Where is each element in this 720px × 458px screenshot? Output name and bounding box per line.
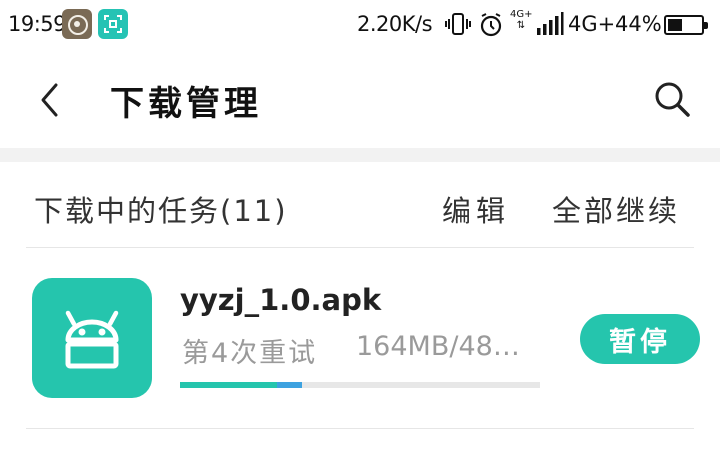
network-activity-icon: ⇅ [516, 20, 526, 31]
chevron-left-icon [41, 83, 58, 117]
page-title: 下载管理 [110, 84, 262, 124]
section-title: 下载中的任务(11) [34, 194, 288, 228]
file-name: yyzj_1.0.apk [180, 283, 382, 317]
notification-app-icon [62, 9, 92, 39]
signal-strength-icon [536, 11, 564, 41]
edit-button[interactable]: 编辑 [442, 188, 510, 230]
resume-all-button[interactable]: 全部继续 [552, 188, 680, 230]
search-icon [655, 82, 690, 117]
divider [26, 428, 694, 429]
vibrate-icon [444, 10, 472, 42]
search-button[interactable] [650, 77, 694, 121]
battery-percentage: 44% [615, 12, 662, 36]
downloading-section-header: 下载中的任务(11) 编辑 全部继续 [0, 162, 720, 248]
scan-app-icon [98, 9, 128, 39]
network-type-small: 4G+ [510, 9, 533, 20]
progress-fill [180, 382, 278, 388]
download-item[interactable]: yyzj_1.0.apk 第4次重试 164MB/488MB 暂停 [0, 248, 720, 428]
network-type: 4G+ [568, 12, 616, 36]
back-button[interactable] [30, 80, 70, 120]
app-header: 下载管理 [0, 52, 720, 148]
status-time: 19:59 [8, 12, 67, 36]
progress-buffer [277, 382, 303, 388]
android-icon [32, 278, 152, 398]
pause-button[interactable]: 暂停 [580, 314, 700, 364]
download-size: 164MB/488MB [356, 331, 534, 362]
status-bar: 19:59 2.20K/s 4G+ ⇅ 4G+ 44% [0, 0, 720, 52]
battery-icon [664, 15, 708, 35]
download-status: 第4次重试 [182, 338, 318, 369]
header-separator [0, 148, 720, 162]
network-speed: 2.20K/s [357, 12, 433, 36]
network-type-indicator: 4G+ ⇅ [510, 9, 533, 31]
download-progress-bar [180, 382, 540, 388]
alarm-icon [477, 11, 505, 43]
